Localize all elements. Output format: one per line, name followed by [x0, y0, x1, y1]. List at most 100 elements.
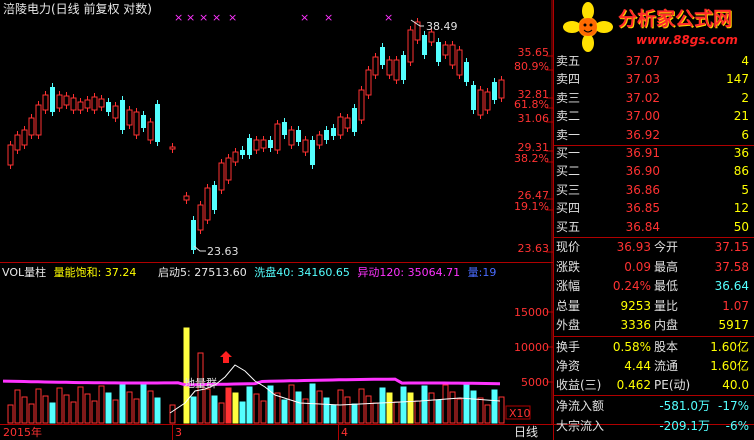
volume-bar — [154, 397, 161, 424]
volume-bar — [407, 392, 414, 424]
vol-y-tick-label: 15000 — [514, 306, 549, 319]
candle — [492, 82, 497, 100]
year-label: 2015年 — [3, 426, 42, 439]
volume-bar — [302, 398, 309, 424]
quote-label: 最高 — [654, 259, 679, 274]
flow-value: -209.1万 — [659, 418, 710, 433]
candle — [70, 97, 77, 111]
candle — [77, 101, 84, 111]
candle — [84, 99, 91, 109]
quote-label: 股本 — [654, 340, 679, 354]
quote-value: 0.09 — [624, 259, 651, 274]
month-tick-a — [172, 424, 173, 440]
candle — [274, 123, 281, 151]
volume-bar — [63, 394, 70, 424]
candle — [464, 62, 469, 82]
quote-row: 外盘 3336 内盘 5917 — [556, 316, 752, 334]
ask-row: 卖三 37.02 2 — [556, 89, 752, 107]
quote-value: 1.07 — [722, 298, 749, 313]
ask-label: 卖四 — [556, 72, 581, 87]
quote-label: 净资 — [556, 359, 581, 373]
candle — [471, 85, 476, 110]
volume-bar — [169, 404, 176, 424]
bid-volume: 12 — [733, 201, 749, 216]
candle — [147, 121, 154, 141]
vol-y-tick-label: 5000 — [521, 376, 549, 389]
flower-logo-icon — [563, 2, 613, 52]
volume-bar — [7, 404, 14, 424]
candle — [106, 102, 111, 112]
quote-row: 净资 4.44 流通 1.60亿 — [556, 357, 752, 375]
y-tick-label: 35.65 — [518, 46, 550, 59]
bid-price: 36.85 — [625, 201, 660, 216]
signal-marker-icon: × — [324, 11, 333, 24]
signal-marker-icon: × — [212, 11, 221, 24]
candle — [260, 139, 267, 149]
signal-marker-icon: × — [384, 11, 393, 24]
y-tick-label: 23.63 — [518, 242, 550, 255]
high-label: 38.49 — [426, 20, 458, 33]
quote-row: 涨跌 0.09 最高 37.58 — [556, 258, 752, 276]
quote-label: 今开 — [654, 240, 679, 254]
candle — [386, 59, 393, 76]
quote-value: 1.60亿 — [710, 340, 749, 354]
volume-bar — [28, 403, 35, 424]
candle — [218, 162, 225, 191]
candle — [7, 144, 14, 166]
candle — [296, 130, 301, 142]
quote-value: 36.93 — [616, 240, 651, 254]
candle — [253, 139, 260, 151]
volume-bar — [372, 402, 379, 424]
volume-bar — [351, 403, 358, 424]
candle — [407, 29, 414, 63]
volume-chart[interactable]: 15000 10000 5000 地量群 X10 — [0, 263, 553, 425]
volume-bar — [140, 383, 147, 424]
volume-bar — [232, 392, 239, 424]
volume-bar — [393, 401, 400, 424]
quote-label: 量比 — [654, 298, 679, 313]
ask-volume: 147 — [726, 72, 749, 87]
candle — [498, 79, 505, 99]
ask-volume: 21 — [733, 109, 749, 124]
volume-bar — [119, 384, 126, 424]
watermark-brand: 分析家公式网 — [618, 8, 733, 30]
quote-row: 涨幅 0.24% 最低 36.64 — [556, 277, 752, 295]
candle — [477, 89, 484, 116]
ask-label: 卖一 — [556, 127, 581, 142]
candle — [21, 129, 28, 146]
candle — [212, 185, 217, 210]
volume-bar — [442, 384, 449, 424]
period-tab[interactable]: 日线 — [514, 425, 538, 439]
volume-bar — [288, 384, 295, 424]
candle — [63, 95, 70, 106]
volume-bar — [386, 392, 393, 424]
watermark-banner: 分析家公式网 www.88gs.com — [556, 2, 752, 52]
month-tick-b — [338, 424, 339, 440]
volume-bar — [463, 383, 470, 424]
bid-volume: 86 — [733, 164, 749, 179]
low-label: 23.63 — [207, 245, 239, 258]
bid-row: 买一 36.91 36 — [556, 144, 752, 162]
ask-label: 卖二 — [556, 109, 581, 124]
candle — [169, 146, 176, 150]
quote-label: 涨幅 — [556, 279, 581, 293]
volume-bar — [428, 392, 435, 424]
flow-pct: -17% — [717, 399, 749, 413]
volume-bar — [239, 401, 246, 424]
volume-bar — [190, 396, 197, 424]
volume-bar — [421, 385, 428, 424]
candle — [120, 100, 125, 130]
y-tick-label: 80.9% — [514, 60, 549, 73]
candle — [372, 56, 379, 76]
flow-label: 大宗流入 — [556, 418, 605, 433]
candle — [91, 96, 98, 111]
candlestick-chart[interactable]: × × × × × × × × 35.6580.9%32.8161.8%31.0629.313… — [0, 0, 553, 262]
panel-border — [553, 0, 554, 440]
volume-bar — [253, 393, 260, 424]
candle — [288, 129, 295, 146]
y-tick-label: 38.2% — [514, 152, 549, 165]
candle — [324, 130, 329, 140]
volume-bar — [70, 401, 77, 424]
bid-price: 36.86 — [625, 182, 660, 197]
signal-marker-icon: × — [300, 11, 309, 24]
